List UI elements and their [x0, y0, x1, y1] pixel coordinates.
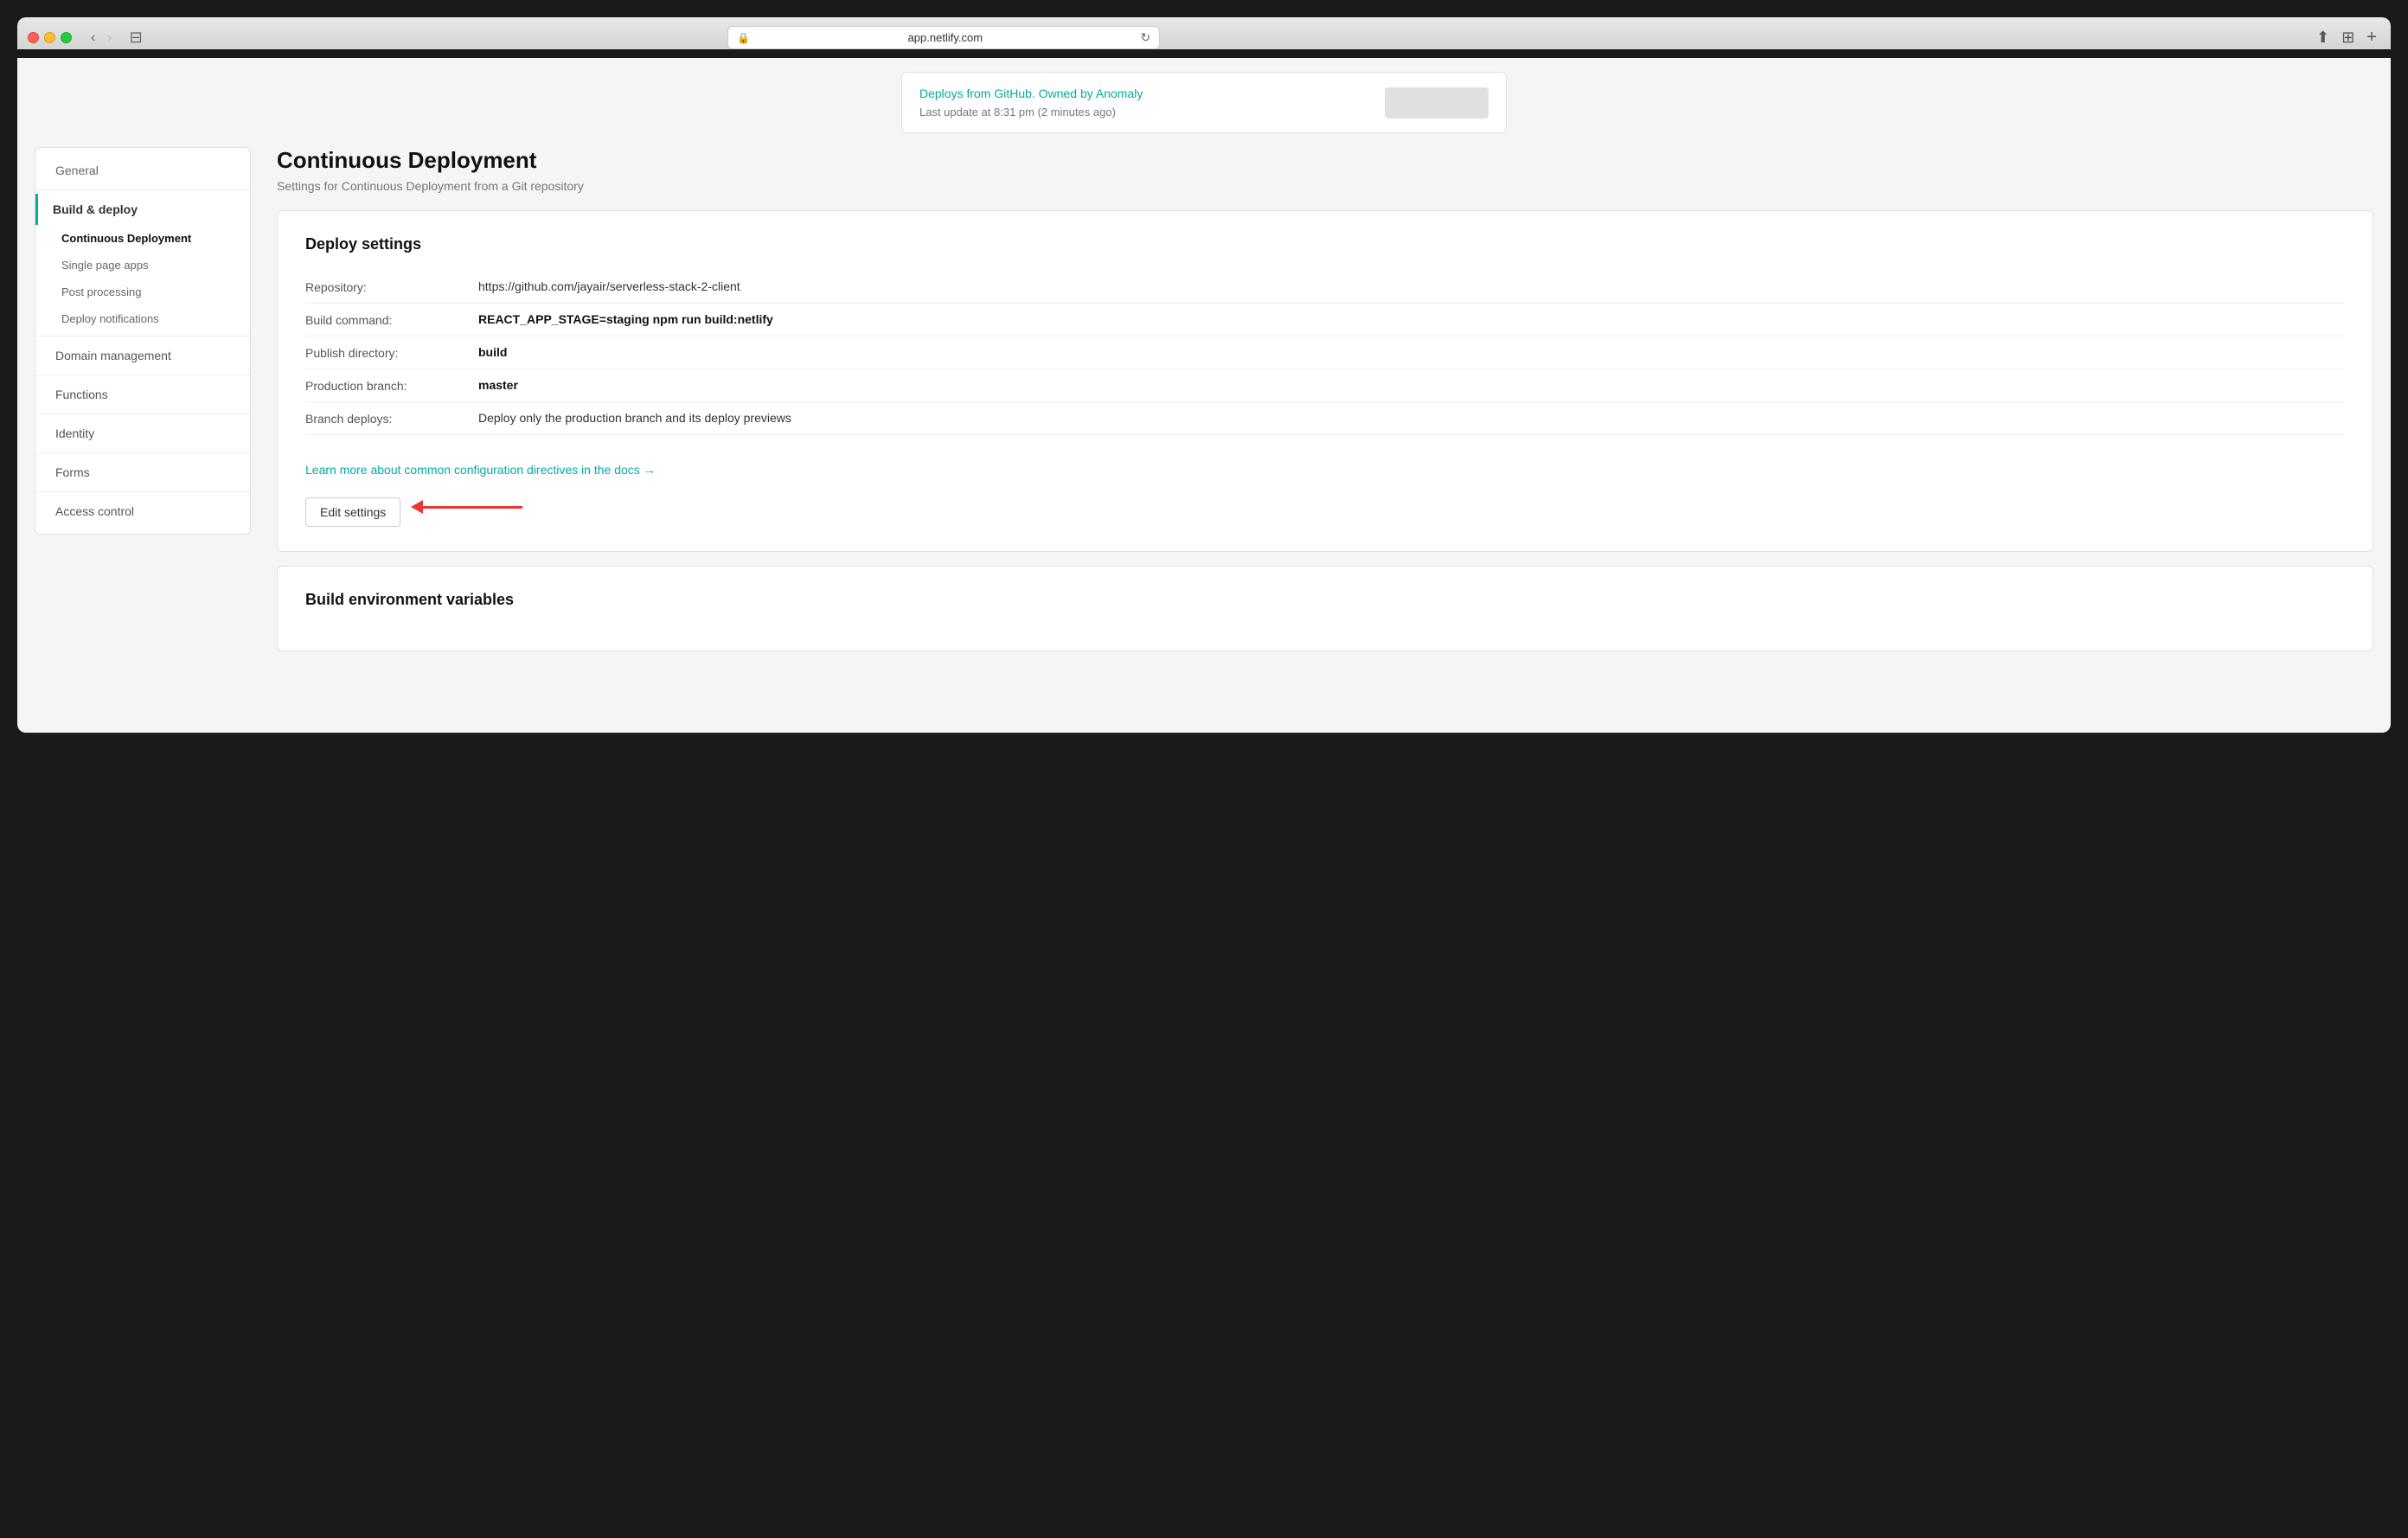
lock-icon: 🔒	[737, 32, 750, 44]
toolbar-right: ⬆ ⊞ +	[2313, 26, 2380, 49]
sidebar-item-build-deploy[interactable]: Build & deploy	[35, 194, 250, 225]
production-branch-value: master	[478, 378, 2345, 392]
sidebar-item-general[interactable]: General	[35, 155, 250, 186]
main-layout: General Build & deploy Continuous Deploy…	[17, 147, 2391, 682]
arrow-visual	[411, 500, 522, 514]
publish-directory-label: Publish directory:	[305, 345, 478, 360]
top-card-inner: Deploys from GitHub. Owned by Anomaly La…	[919, 87, 1489, 119]
content-area: Continuous Deployment Settings for Conti…	[251, 147, 2373, 665]
publish-directory-value: build	[478, 345, 2345, 359]
sidebar-divider-6	[35, 491, 250, 492]
new-tab-button[interactable]: +	[2363, 26, 2380, 49]
repository-label: Repository:	[305, 279, 478, 294]
sidebar-subitem-continuous-deployment[interactable]: Continuous Deployment	[35, 225, 250, 252]
deploy-button-placeholder	[1385, 87, 1489, 119]
page-title: Continuous Deployment	[277, 147, 2373, 174]
sidebar-subitem-deploy-notifications[interactable]: Deploy notifications	[35, 305, 250, 332]
settings-row-build-command: Build command: REACT_APP_STAGE=staging n…	[305, 304, 2345, 336]
settings-row-production-branch: Production branch: master	[305, 369, 2345, 402]
arrow-annotation	[411, 500, 522, 514]
sidebar-item-identity[interactable]: Identity	[35, 418, 250, 449]
top-card: Deploys from GitHub. Owned by Anomaly La…	[901, 72, 1507, 133]
back-button[interactable]: ‹	[86, 29, 100, 48]
settings-row-publish-directory: Publish directory: build	[305, 336, 2345, 369]
repository-value: https://github.com/jayair/serverless-sta…	[478, 279, 2345, 293]
maximize-window-button[interactable]	[61, 32, 72, 43]
production-branch-label: Production branch:	[305, 378, 478, 393]
branch-deploys-label: Branch deploys:	[305, 411, 478, 426]
sidebar-item-domain-management[interactable]: Domain management	[35, 340, 250, 371]
sidebar-divider-4	[35, 413, 250, 414]
build-env-title: Build environment variables	[305, 591, 2345, 609]
sidebar-divider-1	[35, 189, 250, 190]
nav-buttons: ‹ ›	[86, 29, 118, 48]
close-window-button[interactable]	[28, 32, 39, 43]
edit-settings-button[interactable]: Edit settings	[305, 497, 400, 527]
page-subtitle: Settings for Continuous Deployment from …	[277, 179, 2373, 193]
browser-toolbar: ‹ › ⊟ 🔒 app.netlify.com ↻ ⬆ ⊞ +	[28, 26, 2380, 49]
docs-link[interactable]: Learn more about common configuration di…	[305, 463, 656, 477]
settings-row-repository: Repository: https://github.com/jayair/se…	[305, 271, 2345, 304]
deploy-settings-card: Deploy settings Repository: https://gith…	[277, 210, 2373, 552]
settings-row-branch-deploys: Branch deploys: Deploy only the producti…	[305, 402, 2345, 435]
build-command-label: Build command:	[305, 312, 478, 327]
top-card-prefix: Deploys from GitHub. Owned by	[919, 87, 1096, 100]
refresh-button[interactable]: ↻	[1140, 30, 1150, 45]
address-bar[interactable]: 🔒 app.netlify.com ↻	[727, 26, 1160, 49]
sidebar: General Build & deploy Continuous Deploy…	[35, 147, 251, 535]
top-card-owner: Anomaly	[1096, 87, 1143, 100]
sidebar-item-forms[interactable]: Forms	[35, 457, 250, 488]
top-card-line1: Deploys from GitHub. Owned by Anomaly	[919, 87, 1143, 100]
deploy-settings-title: Deploy settings	[305, 235, 2345, 253]
sidebar-divider-5	[35, 452, 250, 453]
sidebar-item-functions[interactable]: Functions	[35, 379, 250, 410]
sidebar-item-access-control[interactable]: Access control	[35, 496, 250, 527]
build-command-value: REACT_APP_STAGE=staging npm run build:ne…	[478, 312, 2345, 326]
minimize-window-button[interactable]	[44, 32, 55, 43]
browser-content: Deploys from GitHub. Owned by Anomaly La…	[17, 58, 2391, 733]
share-button[interactable]: ⬆	[2313, 26, 2333, 49]
sidebar-subitem-post-processing[interactable]: Post processing	[35, 279, 250, 305]
top-card-info: Deploys from GitHub. Owned by Anomaly La…	[919, 87, 1143, 119]
tab-button[interactable]: ⊟	[125, 27, 148, 48]
arrow-head-icon	[411, 500, 423, 514]
forward-button[interactable]: ›	[102, 29, 117, 48]
branch-deploys-value: Deploy only the production branch and it…	[478, 411, 2345, 425]
edit-settings-container: Edit settings	[305, 487, 2345, 527]
url-display: app.netlify.com	[755, 31, 1135, 44]
top-card-update: Last update at 8:31 pm (2 minutes ago)	[919, 106, 1143, 119]
traffic-lights	[28, 32, 72, 43]
arrow-line	[423, 506, 522, 509]
sidebar-subitem-single-page-apps[interactable]: Single page apps	[35, 252, 250, 279]
browser-chrome: ‹ › ⊟ 🔒 app.netlify.com ↻ ⬆ ⊞ +	[17, 17, 2391, 49]
sidebar-toggle-button[interactable]: ⊞	[2338, 26, 2358, 49]
build-env-card: Build environment variables	[277, 566, 2373, 651]
docs-link-container: Learn more about common configuration di…	[305, 449, 2345, 484]
